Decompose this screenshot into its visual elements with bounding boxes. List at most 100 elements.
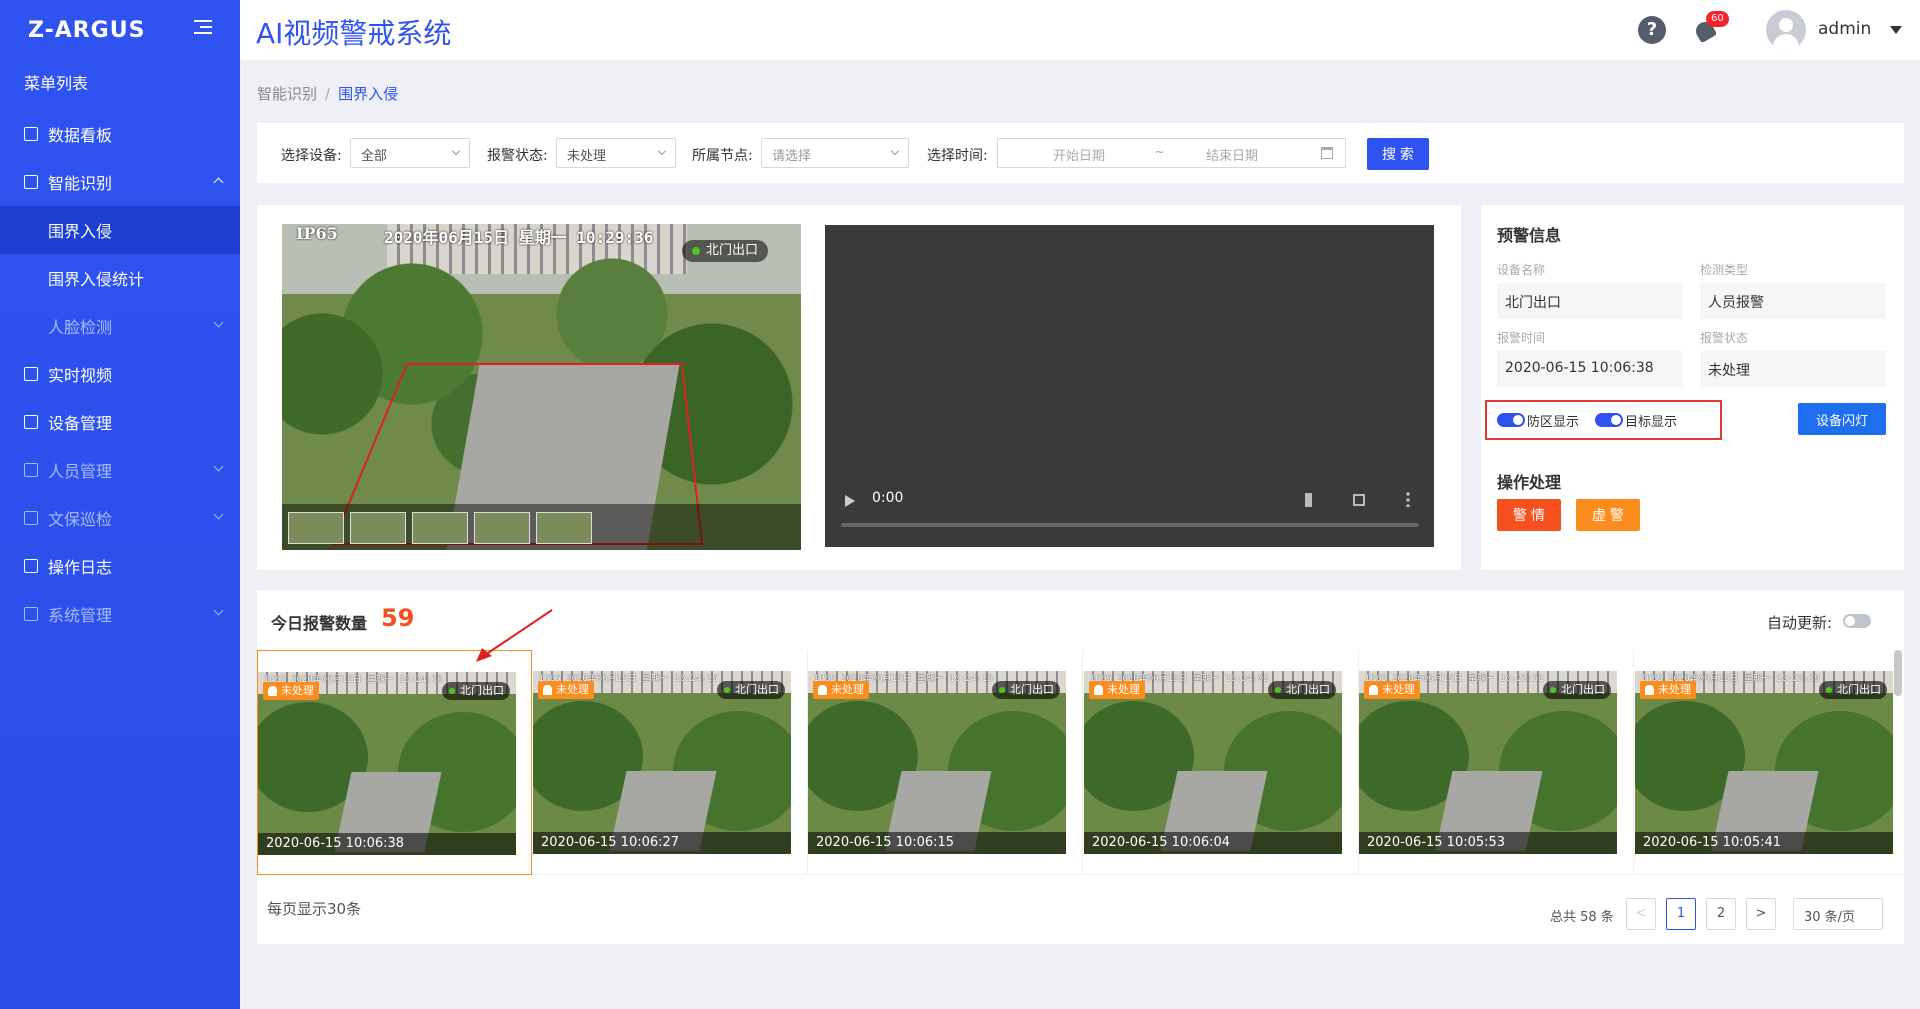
sidebar-item-label: 文保巡检 [48, 510, 113, 529]
sidebar-item-perimeter-intrusion[interactable]: 围界入侵 [0, 206, 240, 254]
alarm-card[interactable]: IP65 2020年06月15日 星期一 10:24:02 未处理 北门出口 2020… [1084, 650, 1359, 875]
device-icon [24, 415, 38, 429]
device-name-value: 北门出口 [1497, 283, 1683, 319]
device-select[interactable]: 全部 [350, 138, 470, 168]
sidebar-item-label: 智能识别 [48, 174, 113, 193]
target-display-label: 目标显示 [1625, 415, 1678, 430]
alarm-snapshot-thumbnail[interactable]: IP65 2020年06月15日 星期一 10:23:39 未处理 北门出口 2020… [1635, 671, 1893, 854]
device-filter-label: 选择设备: [281, 148, 342, 164]
zone-display-toggle[interactable] [1497, 413, 1525, 427]
target-display-toggle[interactable] [1595, 413, 1623, 427]
chevron-down-icon [213, 605, 224, 616]
device-select-value: 全部 [361, 149, 388, 164]
log-icon [24, 559, 38, 573]
sidebar-item-system-management[interactable]: 系统管理 [0, 590, 240, 638]
date-range-picker[interactable]: 开始日期 ~ 结束日期 [997, 138, 1346, 168]
status-filter-label: 报警状态: [487, 148, 548, 164]
alarm-card[interactable]: IP65 2020年06月15日 星期一 10:24:13 未处理 北门出口 2020… [808, 650, 1083, 875]
date-range-separator: ~ [1154, 145, 1165, 160]
top-header: AI视频警戒系统 ? 60 admin [240, 0, 1920, 60]
page-button-2[interactable]: 2 [1706, 898, 1736, 930]
node-select[interactable]: 请选择 [761, 138, 909, 168]
status-badge: 未处理 [538, 681, 594, 699]
username[interactable]: admin [1818, 19, 1871, 39]
alarm-snapshot-thumbnail[interactable]: IP65 2020年06月15日 星期一 10:24:02 未处理 北门出口 2020… [1084, 671, 1342, 854]
node-filter-label: 所属节点: [692, 148, 753, 164]
breadcrumb: 智能识别 / 围界入侵 [257, 83, 398, 104]
alarm-snapshot[interactable]: IP65 2020年06月15日 星期一 10:29:36 北门出口 [282, 224, 801, 550]
player-progress-bar[interactable] [841, 523, 1419, 527]
node-select-placeholder: 请选择 [772, 149, 812, 164]
camera-name-tag: 北门出口 [682, 240, 769, 262]
thumbnail-strip [282, 504, 801, 550]
status-badge-label: 未处理 [1658, 683, 1691, 696]
sidebar-item-device-management[interactable]: 设备管理 [0, 398, 240, 446]
bell-icon [1645, 685, 1654, 695]
play-icon[interactable] [845, 495, 855, 507]
chevron-down-icon [890, 146, 900, 156]
real-alarm-button[interactable]: 警 情 [1497, 499, 1561, 531]
chevron-down-icon [213, 317, 224, 328]
status-select[interactable]: 未处理 [556, 138, 676, 168]
fullscreen-icon[interactable] [1353, 494, 1365, 506]
alarm-card[interactable]: IP65 2020年06月15日 星期一 10:24:25 未处理 北门出口 2020… [533, 650, 808, 875]
sidebar-item-live-video[interactable]: 实时视频 [0, 350, 240, 398]
auto-update-label: 自动更新: [1767, 614, 1833, 632]
camera-name-tag: 北门出口 [1543, 681, 1611, 699]
alarm-snapshot-thumbnail[interactable]: IP65 2020年06月15日 星期一 10:24:25 未处理 北门出口 2020… [533, 671, 791, 854]
per-page-text: 每页显示30条 [267, 900, 362, 918]
operations-title: 操作处理 [1497, 473, 1562, 492]
sidebar-item-smart-recognition[interactable]: 智能识别 [0, 158, 240, 206]
device-name-label: 设备名称 [1497, 263, 1546, 277]
sidebar-item-perimeter-stats[interactable]: 围界入侵统计 [0, 254, 240, 302]
more-options-icon[interactable] [1406, 491, 1410, 507]
sidebar-item-label: 操作日志 [48, 558, 113, 577]
sidebar-item-personnel[interactable]: 人员管理 [0, 446, 240, 494]
alarm-card[interactable]: IP65 2020年06月15日 星期一 10:23:39 未处理 北门出口 2020… [1635, 650, 1904, 875]
page-title: AI视频警戒系统 [256, 17, 452, 50]
caret-down-icon[interactable] [1890, 26, 1902, 34]
bell-icon [268, 686, 277, 696]
page-size-select[interactable]: 30 条/页 [1793, 898, 1883, 930]
camera-name: 北门出口 [1837, 683, 1881, 696]
online-dot-icon [1826, 687, 1832, 693]
alarm-card[interactable]: IP65 2020年06月15日 星期一 10:23:51 未处理 北门出口 2020… [1359, 650, 1634, 875]
device-flash-button[interactable]: 设备闪灯 [1798, 403, 1886, 435]
next-page-button[interactable]: > [1746, 898, 1776, 930]
camera-name-tag: 北门出口 [1819, 681, 1887, 699]
help-icon[interactable]: ? [1638, 16, 1666, 44]
status-badge-label: 未处理 [1107, 683, 1140, 696]
avatar[interactable] [1766, 10, 1806, 50]
sidebar-item-label: 设备管理 [48, 414, 113, 433]
sidebar-item-dashboard[interactable]: 数据看板 [0, 110, 240, 158]
video-player[interactable]: 0:00 [825, 225, 1434, 547]
sidebar-item-face-detection[interactable]: 人脸检测 [0, 302, 240, 350]
auto-update-toggle[interactable] [1843, 614, 1871, 628]
breadcrumb-parent[interactable]: 智能识别 [257, 85, 317, 103]
volume-icon[interactable] [1305, 493, 1319, 507]
alarm-snapshot-thumbnail[interactable]: IP65 2020年06月15日 星期一 10:24:36 未处理 北门出口 2020… [258, 672, 516, 855]
online-dot-icon [692, 247, 700, 255]
end-date-input[interactable]: 结束日期 [1206, 145, 1258, 164]
sidebar-item-label: 人脸检测 [48, 318, 113, 337]
status-badge: 未处理 [1640, 681, 1696, 699]
false-alarm-button[interactable]: 虚 警 [1576, 499, 1640, 531]
list-scrollbar[interactable] [1894, 650, 1902, 696]
alarm-snapshot-thumbnail[interactable]: IP65 2020年06月15日 星期一 10:23:51 未处理 北门出口 2020… [1359, 671, 1617, 854]
online-dot-icon [1550, 687, 1556, 693]
chevron-down-icon [451, 146, 461, 156]
camera-name-tag: 北门出口 [717, 681, 785, 699]
notification-badge: 60 [1706, 11, 1729, 27]
sidebar: Z-ARGUS 菜单列表 数据看板 智能识别 围界入侵 围界入侵统计 人脸检测 … [0, 0, 240, 1009]
alarm-card[interactable]: IP65 2020年06月15日 星期一 10:24:36 未处理 北门出口 2020… [257, 650, 532, 875]
sidebar-item-heritage-patrol[interactable]: 文保巡检 [0, 494, 240, 542]
sidebar-item-operation-log[interactable]: 操作日志 [0, 542, 240, 590]
prev-page-button[interactable]: < [1626, 898, 1656, 930]
camera-name-tag: 北门出口 [1268, 681, 1336, 699]
alarm-snapshot-thumbnail[interactable]: IP65 2020年06月15日 星期一 10:24:13 未处理 北门出口 2020… [808, 671, 1066, 854]
start-date-input[interactable]: 开始日期 [1053, 145, 1105, 164]
page-button-1[interactable]: 1 [1666, 898, 1696, 930]
search-button[interactable]: 搜 索 [1367, 138, 1429, 170]
menu-collapse-icon[interactable] [194, 20, 212, 36]
alarm-status-value: 未处理 [1700, 351, 1886, 387]
